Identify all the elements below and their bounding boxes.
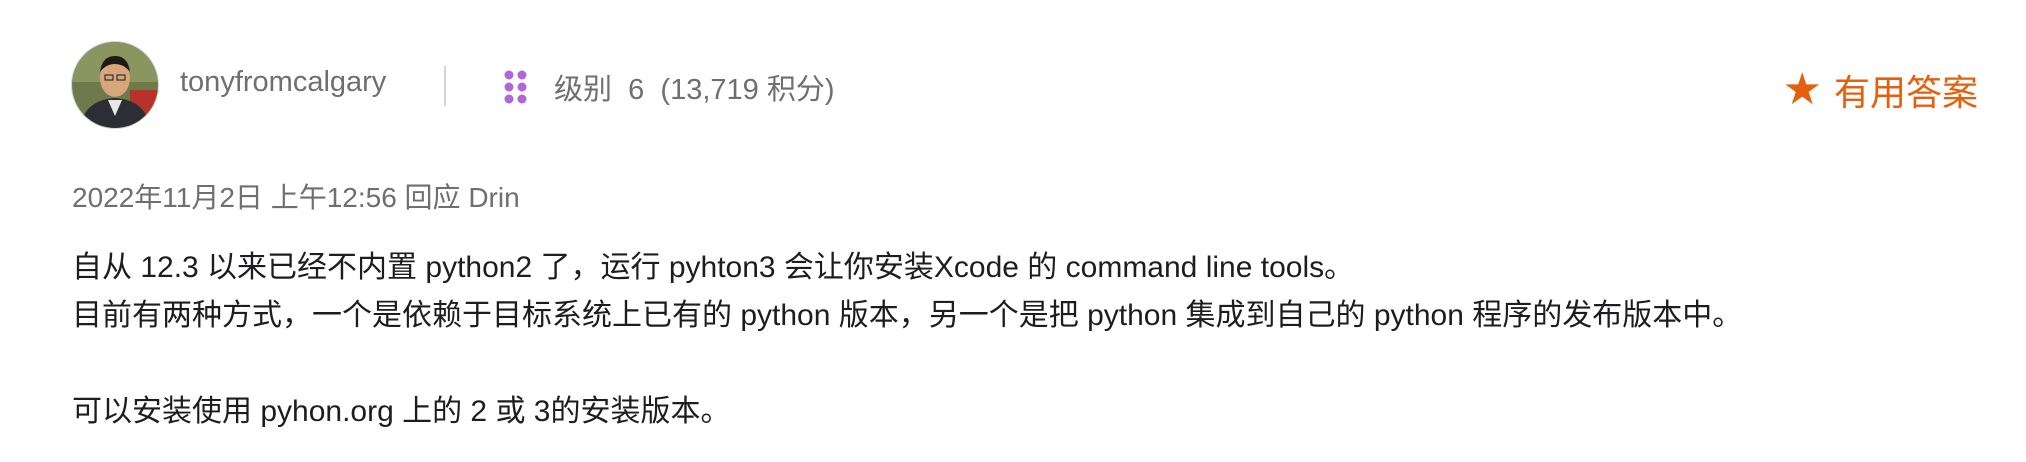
author-username[interactable]: tonyfromcalgary: [180, 66, 386, 99]
post-meta: 2022年11月2日 上午12:56 回应 Drin: [72, 182, 520, 213]
post-body: 自从 12.3 以来已经不内置 python2 了，运行 pyhton3 会让你…: [72, 244, 1986, 436]
post-header: tonyfromcalgary 级别 6 (13,719 积分) ★ 有用答案: [72, 42, 2026, 132]
star-icon: ★: [1782, 65, 1822, 114]
level-value: 6: [628, 74, 645, 106]
post-body-line: 目前有两种方式，一个是依赖于目标系统上已有的 python 版本，另一个是把 p…: [72, 299, 1743, 332]
header-divider: [444, 66, 446, 106]
author-points: (13,719 积分): [660, 74, 835, 106]
author-level: 级别 6 (13,719 积分): [554, 66, 834, 108]
post-body-line: 可以安装使用 pyhon.org 上的 2 或 3的安装版本。: [72, 395, 731, 428]
helpful-answer-label: 有用答案: [1833, 72, 1978, 113]
level-label: 级别: [554, 74, 613, 106]
helpful-answer-badge: ★ 有用答案: [1783, 64, 1978, 116]
avatar[interactable]: [72, 42, 158, 128]
level-dots-icon: [504, 70, 527, 104]
post-body-line: 自从 12.3 以来已经不内置 python2 了，运行 pyhton3 会让你…: [72, 251, 1355, 284]
